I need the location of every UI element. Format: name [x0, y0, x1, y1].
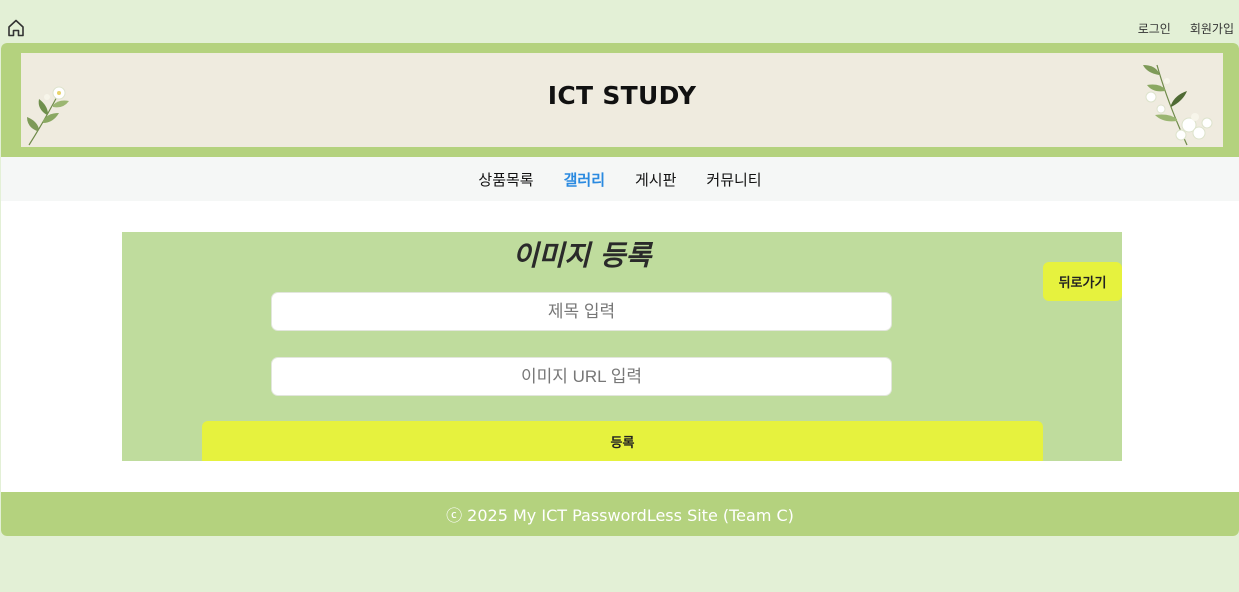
title-input[interactable] — [271, 292, 892, 331]
footer-text: ⓒ 2025 My ICT PasswordLess Site (Team C) — [446, 506, 794, 525]
back-button[interactable]: 뒤로가기 — [1043, 262, 1122, 301]
page-frame: ICT STUDY 상품목록 갤러리 게시판 커뮤니티 이미지 등록 뒤로가기 … — [1, 43, 1239, 536]
signup-link[interactable]: 회원가입 — [1190, 20, 1234, 37]
site-title: ICT STUDY — [547, 81, 697, 110]
main-nav: 상품목록 갤러리 게시판 커뮤니티 — [1, 157, 1239, 201]
nav-item-products[interactable]: 상품목록 — [478, 169, 533, 190]
image-register-panel: 이미지 등록 뒤로가기 등록 — [122, 232, 1122, 461]
header-band: ICT STUDY — [1, 43, 1239, 157]
page-title: 이미지 등록 — [512, 239, 652, 272]
nav-item-community[interactable]: 커뮤니티 — [706, 169, 761, 190]
auth-links: 로그인 회원가입 — [1138, 20, 1234, 37]
login-link[interactable]: 로그인 — [1138, 20, 1171, 37]
nav-item-board[interactable]: 게시판 — [635, 169, 676, 190]
nav-item-gallery[interactable]: 갤러리 — [564, 169, 605, 190]
image-url-input[interactable] — [271, 357, 892, 396]
top-bar: 로그인 회원가입 — [0, 0, 1239, 43]
submit-button[interactable]: 등록 — [202, 421, 1043, 461]
footer: ⓒ 2025 My ICT PasswordLess Site (Team C) — [1, 492, 1239, 536]
banner: ICT STUDY — [21, 53, 1223, 147]
home-icon[interactable] — [6, 18, 26, 38]
flower-decoration-right — [1137, 61, 1223, 151]
